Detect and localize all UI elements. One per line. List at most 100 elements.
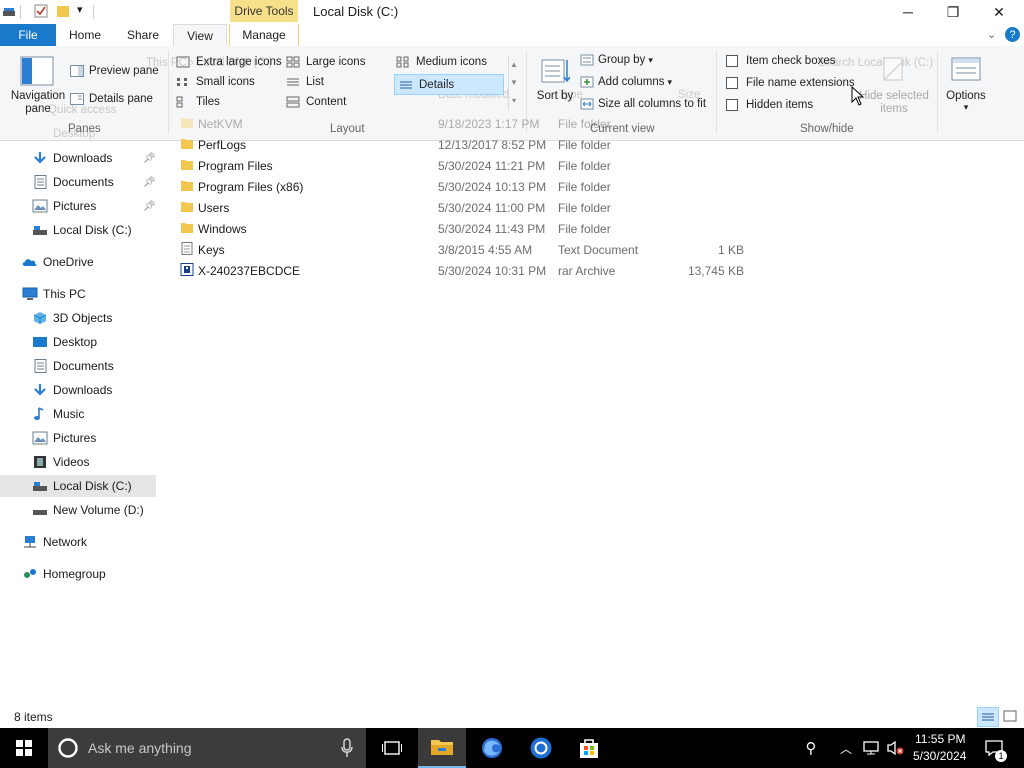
file-row-perflogs[interactable]: PerfLogs 12/13/2017 8:52 PM File folder [176, 134, 756, 155]
layout-large-icons[interactable]: Large icons [286, 56, 365, 68]
add-columns-button[interactable]: Add columns ▾ [580, 76, 672, 88]
layout-content[interactable]: Content [286, 96, 346, 108]
nav-item-homegroup[interactable]: Homegroup [0, 563, 156, 585]
file-row-program-files[interactable]: Program Files 5/30/2024 11:21 PM File fo… [176, 155, 756, 176]
nav-item-this-pc[interactable]: This PC [0, 283, 156, 305]
file-row-netkvm[interactable]: NetKVM 9/18/2023 1:17 PM File folder [176, 113, 756, 134]
add-columns-label: Add columns [598, 76, 665, 88]
item-check-boxes-toggle[interactable]: Item check boxes [726, 55, 835, 67]
nav-item-label: This PC [43, 287, 86, 301]
nav-item-documents-pc[interactable]: Documents [0, 355, 156, 377]
layout-list[interactable]: List [286, 76, 324, 88]
action-center-button[interactable] [980, 728, 1008, 768]
nav-item-local-disk-c[interactable]: Local Disk (C:) [0, 219, 156, 241]
nav-item-label: Documents [53, 359, 114, 373]
nav-item-pictures[interactable]: Pictures 📌︎ [0, 195, 156, 217]
preview-pane-button[interactable]: Preview pane [70, 62, 159, 80]
nav-item-videos[interactable]: Videos [0, 451, 156, 473]
file-row-users[interactable]: Users 5/30/2024 11:00 PM File folder [176, 197, 756, 218]
volume-muted-icon[interactable] [886, 740, 904, 756]
file-name-extensions-label: File name extensions [746, 77, 855, 89]
nav-item-new-volume-d[interactable]: New Volume (D:) [0, 499, 156, 521]
task-view-button[interactable] [370, 728, 414, 768]
help-icon[interactable]: ? [1005, 27, 1020, 42]
details-view-toggle[interactable] [977, 707, 999, 727]
file-row-keys[interactable]: Keys 3/8/2015 4:55 AM Text Document 1 KB [176, 239, 756, 260]
new-folder-icon[interactable] [56, 4, 70, 18]
nav-item-label: 3D Objects [53, 311, 113, 325]
tab-manage[interactable]: Manage [229, 24, 299, 46]
taskbar-firefox[interactable] [468, 728, 516, 768]
computer-icon [22, 287, 38, 300]
sort-by-label: Sort by [536, 90, 574, 102]
homegroup-icon [24, 569, 36, 578]
hidden-items-toggle[interactable]: Hidden items [726, 99, 813, 111]
nav-item-label: Videos [53, 455, 90, 469]
file-row-windows[interactable]: Windows 5/30/2024 11:43 PM File folder [176, 218, 756, 239]
layout-gallery-scroll[interactable]: ▲ ▼ ▾ [508, 56, 519, 110]
file-name-extensions-toggle[interactable]: File name extensions [726, 77, 855, 89]
nav-item-network[interactable]: Network [0, 531, 156, 553]
pin-icon[interactable]: 📌︎ [143, 177, 156, 188]
layout-medium-icons[interactable]: Medium icons [396, 56, 487, 68]
chevron-down-icon[interactable]: ▾ [77, 3, 83, 16]
details-pane-button[interactable]: Details pane [70, 90, 153, 108]
nav-item-downloads[interactable]: Downloads 📌︎ [0, 147, 156, 169]
taskbar-store[interactable] [565, 728, 613, 768]
nav-item-music[interactable]: Music [0, 403, 156, 425]
navigation-pane-button[interactable]: Navigation pane [6, 52, 68, 124]
nav-item-downloads-pc[interactable]: Downloads [0, 379, 156, 401]
large-icons-view-toggle[interactable] [1000, 707, 1020, 725]
list-icon [287, 78, 299, 86]
nav-item-3d-objects[interactable]: 3D Objects [0, 307, 156, 329]
task-view-icon [382, 741, 402, 755]
tab-file[interactable]: File [0, 24, 56, 46]
clock-date[interactable]: 5/30/2024 [913, 749, 966, 763]
restore-button[interactable]: ❐ [930, 0, 976, 24]
layout-small-icons[interactable]: Small icons [176, 76, 255, 88]
nav-item-local-disk-c-pc[interactable]: Local Disk (C:) [0, 475, 156, 497]
layout-tiles[interactable]: Tiles [176, 96, 220, 108]
chevron-down-icon: ▾ [963, 102, 969, 112]
chevron-up-icon[interactable]: ︿ [836, 728, 856, 768]
microphone-icon[interactable] [341, 738, 353, 758]
pin-icon[interactable]: 📌︎ [143, 201, 156, 212]
minimize-button[interactable]: ─ [885, 0, 931, 24]
large-icons-label: Large icons [306, 56, 366, 68]
nav-item-documents[interactable]: Documents 📌︎ [0, 171, 156, 193]
file-row-archive[interactable]: X-240237EBCDCE 5/30/2024 10:31 PM rar Ar… [176, 260, 756, 281]
file-name-extensions-checkbox[interactable] [726, 77, 738, 89]
hidden-items-checkbox[interactable] [726, 99, 738, 111]
options-button[interactable]: Options ▾ [942, 52, 990, 118]
properties-icon[interactable] [34, 4, 48, 18]
pin-icon[interactable]: 📌︎ [143, 153, 156, 164]
layout-details[interactable]: Details [394, 74, 504, 95]
taskbar-file-explorer[interactable] [418, 728, 466, 768]
clock-time[interactable]: 11:55 PM [915, 732, 965, 746]
hide-selected-items-button[interactable]: Hide selected items [858, 52, 930, 118]
cloud-icon [22, 259, 37, 266]
item-check-boxes-checkbox[interactable] [726, 55, 738, 67]
close-button[interactable]: ✕ [976, 0, 1022, 24]
tab-view[interactable]: View [173, 24, 227, 47]
people-icon[interactable]: ⚲ [798, 728, 824, 768]
tab-share[interactable]: Share [116, 24, 170, 46]
file-name: PerfLogs [198, 138, 247, 152]
layout-extra-large-icons[interactable]: Extra large icons [176, 56, 282, 68]
nav-item-pictures-pc[interactable]: Pictures [0, 427, 156, 449]
file-name: Windows [198, 222, 247, 236]
add-columns-icon [580, 76, 594, 88]
nav-item-desktop[interactable]: Desktop [0, 331, 156, 353]
sort-by-button[interactable]: Sort by [536, 52, 574, 118]
tab-home[interactable]: Home [58, 24, 112, 46]
nav-item-onedrive[interactable]: OneDrive [0, 251, 156, 273]
taskbar-chrome[interactable] [517, 728, 565, 768]
file-row-program-files-x86[interactable]: Program Files (x86) 5/30/2024 10:13 PM F… [176, 176, 756, 197]
network-status-icon[interactable] [862, 740, 880, 756]
start-button[interactable] [0, 728, 48, 768]
download-arrow-icon [34, 152, 46, 164]
ribbon-collapse-icon[interactable]: ⌄ [987, 28, 996, 41]
size-all-columns-button[interactable]: Size all columns to fit [580, 98, 706, 110]
group-by-button[interactable]: Group by ▾ [580, 54, 653, 66]
divider [20, 5, 21, 19]
